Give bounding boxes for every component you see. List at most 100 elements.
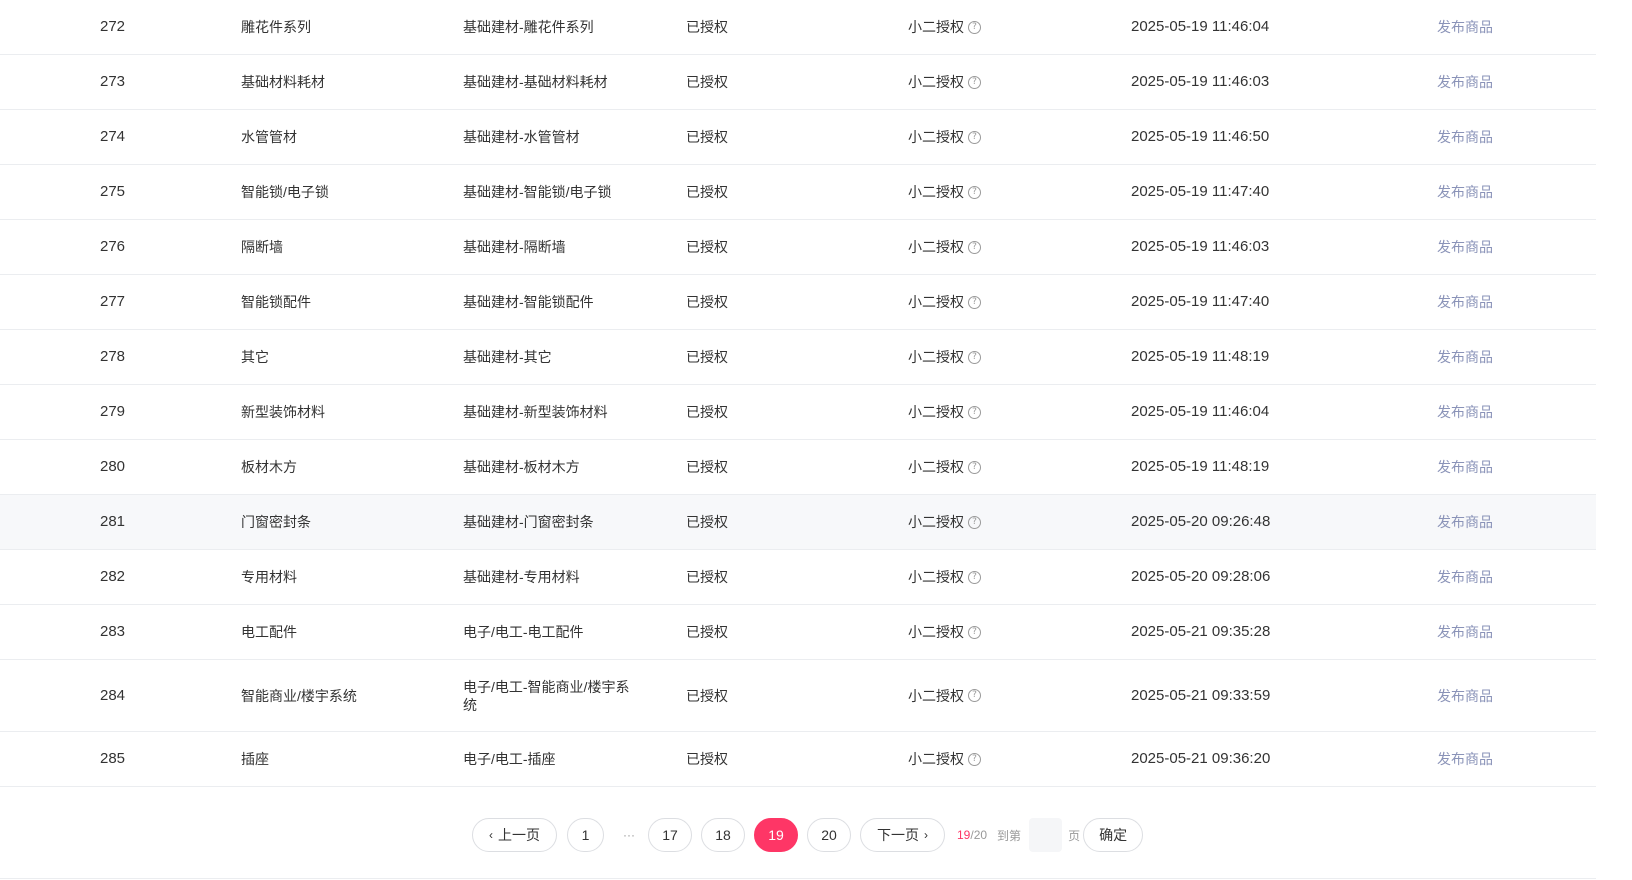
next-page-label: 下一页: [877, 827, 919, 843]
auth-type-label: 小二授权: [908, 514, 964, 530]
publish-product-link[interactable]: 发布商品: [1437, 220, 1537, 274]
category-name: 插座: [241, 751, 269, 767]
auth-time: 2025-05-19 11:46:03: [1131, 238, 1270, 255]
auth-time: 2025-05-19 11:48:19: [1131, 458, 1270, 475]
category-name: 智能锁配件: [241, 294, 311, 310]
goto-page-input[interactable]: [1029, 818, 1063, 852]
auth-type-label: 小二授权: [908, 751, 964, 767]
question-circle-icon[interactable]: ?: [968, 130, 981, 144]
auth-type: 小二授权?: [908, 110, 1068, 164]
auth-type-label: 小二授权: [908, 459, 964, 475]
page-unit-label: 页: [1068, 828, 1081, 843]
category-path: 电子/电工-插座: [463, 751, 556, 767]
row-id: 282: [100, 568, 126, 585]
category-path: 基础建材-新型装饰材料: [463, 404, 608, 420]
publish-product-link[interactable]: 发布商品: [1437, 0, 1537, 54]
publish-product-link[interactable]: 发布商品: [1437, 55, 1537, 109]
next-page-button[interactable]: 下一页 ›: [860, 818, 945, 852]
question-circle-icon[interactable]: ?: [968, 405, 981, 419]
question-circle-icon[interactable]: ?: [968, 350, 981, 364]
publish-product-link[interactable]: 发布商品: [1437, 732, 1537, 786]
auth-type: 小二授权?: [908, 330, 1068, 384]
category-name: 其它: [241, 349, 269, 365]
auth-time: 2025-05-19 11:46:50: [1131, 128, 1270, 145]
publish-product-link[interactable]: 发布商品: [1437, 440, 1537, 494]
row-id: 285: [100, 750, 126, 767]
auth-status: 已授权: [686, 569, 728, 585]
question-circle-icon[interactable]: ?: [968, 689, 981, 702]
page-button-1[interactable]: 1: [567, 818, 604, 852]
auth-status: 已授权: [686, 74, 728, 90]
total-pages: /20: [970, 828, 988, 842]
category-path: 基础建材-板材木方: [463, 459, 580, 475]
publish-product-link[interactable]: 发布商品: [1437, 605, 1537, 659]
chevron-right-icon: ›: [924, 828, 928, 842]
auth-type: 小二授权?: [908, 165, 1068, 219]
table-row: 284 智能商业/楼宇系统 电子/电工-智能商业/楼宇系统 已授权 小二授权? 2025-…: [0, 660, 1596, 732]
table-row: 274 水管管材 基础建材-水管管材 已授权 小二授权? 2025-05-19 11:46…: [0, 110, 1596, 165]
table-row: 276 隔断墙 基础建材-隔断墙 已授权 小二授权? 2025-05-19 11:46:0…: [0, 220, 1596, 275]
question-circle-icon[interactable]: ?: [968, 20, 981, 34]
auth-time: 2025-05-19 11:46:04: [1131, 18, 1270, 35]
goto-label: 到第: [997, 828, 1022, 843]
question-circle-icon[interactable]: ?: [968, 295, 981, 309]
question-circle-icon[interactable]: ?: [968, 240, 981, 254]
auth-time: 2025-05-21 09:36:20: [1131, 750, 1271, 767]
auth-time: 2025-05-19 11:47:40: [1131, 183, 1270, 200]
auth-status: 已授权: [686, 514, 728, 530]
publish-product-link[interactable]: 发布商品: [1437, 385, 1537, 439]
chevron-left-icon: ‹: [489, 828, 493, 842]
auth-time: 2025-05-19 11:46:03: [1131, 73, 1270, 90]
question-circle-icon[interactable]: ?: [968, 625, 981, 639]
question-circle-icon[interactable]: ?: [968, 460, 981, 474]
category-name: 水管管材: [241, 129, 297, 145]
prev-page-button[interactable]: ‹ 上一页: [472, 818, 557, 852]
question-circle-icon[interactable]: ?: [968, 515, 981, 529]
publish-product-link[interactable]: 发布商品: [1437, 495, 1537, 549]
row-id: 273: [100, 73, 126, 90]
page-count: 19/20: [957, 828, 987, 842]
auth-type-label: 小二授权: [908, 404, 964, 420]
row-id: 275: [100, 183, 126, 200]
pagination: ‹ 上一页 1 ··· 17 18 19 20 下一页 › 19/20 到第 页…: [472, 817, 1144, 853]
question-circle-icon[interactable]: ?: [968, 570, 981, 584]
auth-status: 已授权: [686, 349, 728, 365]
page-button-18[interactable]: 18: [701, 818, 745, 852]
auth-status: 已授权: [686, 751, 728, 767]
table-row: 275 智能锁/电子锁 基础建材-智能锁/电子锁 已授权 小二授权? 2025-05-19…: [0, 165, 1596, 220]
auth-type: 小二授权?: [908, 605, 1068, 659]
page-button-20[interactable]: 20: [807, 818, 851, 852]
question-circle-icon[interactable]: ?: [968, 185, 981, 199]
auth-status: 已授权: [686, 687, 728, 704]
category-name: 专用材料: [241, 569, 297, 585]
auth-time: 2025-05-19 11:46:04: [1131, 403, 1270, 420]
page-button-17[interactable]: 17: [648, 818, 692, 852]
auth-type-label: 小二授权: [908, 294, 964, 310]
auth-status: 已授权: [686, 19, 728, 35]
question-circle-icon[interactable]: ?: [968, 75, 981, 89]
category-path: 电子/电工-智能商业/楼宇系统: [463, 678, 630, 713]
question-circle-icon[interactable]: ?: [968, 752, 981, 766]
publish-product-link[interactable]: 发布商品: [1437, 660, 1537, 731]
table-row: 278 其它 基础建材-其它 已授权 小二授权? 2025-05-19 11:48:19 发…: [0, 330, 1596, 385]
page-button-19-current[interactable]: 19: [754, 818, 798, 852]
auth-status: 已授权: [686, 239, 728, 255]
auth-status: 已授权: [686, 404, 728, 420]
publish-product-link[interactable]: 发布商品: [1437, 165, 1537, 219]
auth-time: 2025-05-21 09:33:59: [1131, 686, 1271, 704]
auth-type: 小二授权?: [908, 0, 1068, 54]
publish-product-link[interactable]: 发布商品: [1437, 110, 1537, 164]
row-id: 283: [100, 623, 126, 640]
category-path: 基础建材-智能锁配件: [463, 294, 594, 310]
publish-product-link[interactable]: 发布商品: [1437, 550, 1537, 604]
auth-type-label: 小二授权: [908, 349, 964, 365]
category-name: 智能商业/楼宇系统: [241, 687, 357, 704]
auth-type: 小二授权?: [908, 660, 1068, 731]
auth-status: 已授权: [686, 624, 728, 640]
row-id: 281: [100, 513, 126, 530]
row-id: 276: [100, 238, 126, 255]
publish-product-link[interactable]: 发布商品: [1437, 275, 1537, 329]
row-id: 284: [100, 686, 126, 704]
publish-product-link[interactable]: 发布商品: [1437, 330, 1537, 384]
confirm-goto-button[interactable]: 确定: [1083, 818, 1144, 852]
